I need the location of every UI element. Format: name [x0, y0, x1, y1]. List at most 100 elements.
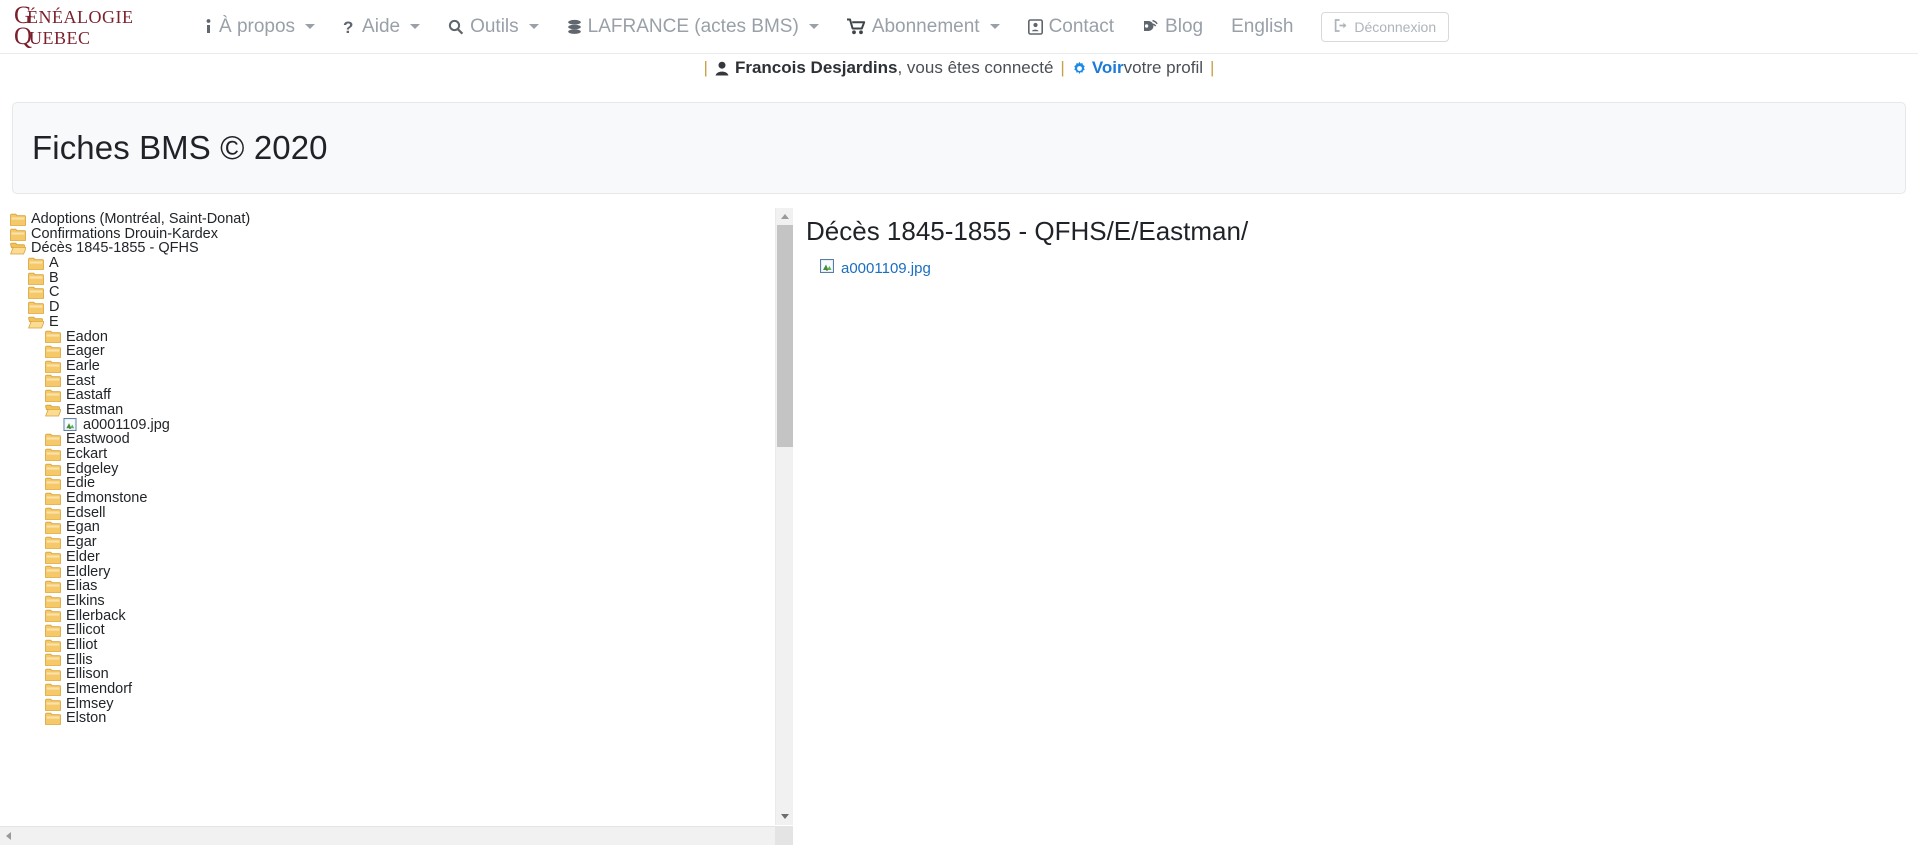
tree-folder-node[interactable]: E: [10, 315, 775, 330]
tree-node-label: Ellicot: [66, 622, 105, 639]
tree-folder-node[interactable]: Edsell: [10, 506, 775, 521]
tree-folder-node[interactable]: Ellis: [10, 651, 775, 668]
nav-item-label: À propos: [219, 15, 296, 37]
nav-item-label: LAFRANCE (actes BMS): [587, 15, 799, 37]
tree-node-label: Elmendorf: [66, 681, 133, 697]
logout-button[interactable]: Déconnexion: [1321, 11, 1450, 42]
profile-suffix: votre profil: [1123, 58, 1204, 77]
tree-folder-node[interactable]: B: [10, 271, 775, 286]
nav-item-aide[interactable]: ? Aide: [329, 10, 434, 44]
chevron-down-icon: [410, 24, 421, 29]
tree-folder-node[interactable]: Eckart: [10, 447, 775, 462]
tree-folder-node[interactable]: Eager: [10, 344, 775, 359]
tree-folder-node[interactable]: C: [10, 285, 775, 300]
horizontal-scrollbar-thumb[interactable]: [17, 827, 776, 845]
tree-file-node[interactable]: a0001109.jpg: [10, 417, 775, 433]
caret-left-icon: [6, 832, 11, 840]
nav-item-label: Abonnement: [871, 15, 980, 37]
tree-node-label: C: [49, 284, 60, 301]
gear-icon[interactable]: [1072, 61, 1087, 76]
tree-folder-node[interactable]: Earle: [10, 359, 775, 374]
question-icon: ?: [343, 18, 356, 36]
tree-node-label: Ellis: [66, 651, 93, 668]
file-tree-pane: Adoptions (Montréal, Saint-Donat) Confirm…: [0, 208, 793, 845]
username-label: Francois Desjardins: [734, 58, 898, 77]
tree-folder-node[interactable]: Décès 1845-1855 - QFHS: [10, 241, 775, 256]
folder-closed-icon: [45, 331, 61, 344]
main-navbar: G ÉNÉALOGIE Q UEBEC À propos ? Aide Outi…: [0, 0, 1918, 54]
folder-closed-icon: [45, 536, 61, 549]
sign-out-icon: [1334, 18, 1348, 35]
nav-item-outils[interactable]: Outils: [434, 10, 553, 44]
tree-folder-node[interactable]: Elkins: [10, 594, 775, 609]
folder-closed-icon: [45, 433, 61, 447]
tree-folder-node[interactable]: A: [10, 256, 775, 271]
main-content: Adoptions (Montréal, Saint-Donat) Confirm…: [0, 208, 1918, 848]
folder-open-icon: [10, 243, 26, 255]
tree-folder-node[interactable]: D: [10, 300, 775, 315]
site-logo[interactable]: G ÉNÉALOGIE Q UEBEC: [14, 3, 166, 51]
tree-folder-node[interactable]: Elias: [10, 579, 775, 594]
chevron-down-icon: [989, 24, 1000, 29]
file-link[interactable]: a0001109.jpg: [834, 260, 931, 277]
tree-folder-node[interactable]: Elston: [10, 711, 775, 726]
scrollbar-corner: [775, 826, 793, 845]
tree-folder-node[interactable]: Elmsey: [10, 696, 775, 712]
svg-text:UEBEC: UEBEC: [29, 28, 91, 48]
svg-text:?: ?: [343, 18, 353, 36]
nav-item-contact[interactable]: Contact: [1014, 10, 1128, 44]
tree-folder-node[interactable]: Edmonstone: [10, 491, 775, 506]
vertical-scrollbar-thumb[interactable]: [777, 225, 793, 447]
folder-closed-icon: [45, 492, 61, 505]
tree-folder-node[interactable]: Egan: [10, 520, 775, 535]
tree-folder-node[interactable]: Confirmations Drouin-Kardex: [10, 226, 775, 242]
tree-node-label: Egan: [66, 519, 100, 536]
tree-vertical-scrollbar[interactable]: [775, 208, 793, 825]
rss-icon: [1142, 19, 1159, 35]
tree-folder-node[interactable]: Elliot: [10, 638, 775, 653]
page-title-card: Fiches BMS © 2020: [12, 102, 1906, 194]
tree-node-label: D: [49, 299, 60, 316]
tree-folder-node[interactable]: Edgeley: [10, 461, 775, 477]
profile-link[interactable]: Voir: [1092, 58, 1124, 78]
scroll-left-button[interactable]: [0, 827, 17, 845]
chevron-down-icon: [808, 24, 819, 29]
image-file-icon: [820, 259, 834, 277]
tree-folder-node[interactable]: Edie: [10, 476, 775, 491]
tree-folder-node[interactable]: Elder: [10, 550, 775, 565]
tree-node-label: Eadon: [66, 328, 108, 345]
folder-open-icon: [45, 404, 61, 417]
tree-node-label: Eastwood: [66, 431, 130, 448]
tree-folder-node[interactable]: Elmendorf: [10, 682, 775, 697]
nav-item-english[interactable]: English: [1217, 10, 1307, 44]
tree-horizontal-scrollbar[interactable]: [0, 826, 793, 845]
tree-folder-node[interactable]: East: [10, 373, 775, 389]
tree-folder-node[interactable]: Adoptions (Montréal, Saint-Donat): [10, 212, 775, 227]
tree-node-label: Edmonstone: [66, 490, 148, 507]
tree-folder-node[interactable]: Eastwood: [10, 432, 775, 447]
caret-down-icon: [780, 814, 789, 819]
nav-item-abonnement[interactable]: Abonnement: [833, 10, 1014, 44]
svg-text:ÉNÉALOGIE: ÉNÉALOGIE: [27, 6, 133, 27]
tree-folder-node[interactable]: Eastman: [10, 403, 775, 418]
tree-node-label: Eastman: [66, 401, 124, 418]
folder-closed-icon: [45, 610, 61, 623]
tree-folder-node[interactable]: Ellicot: [10, 623, 775, 638]
tree-folder-node[interactable]: Eldlery: [10, 563, 775, 580]
nav-item-blog[interactable]: Blog: [1128, 10, 1217, 44]
tree-node-label: Adoptions (Montréal, Saint-Donat): [31, 211, 251, 227]
scroll-down-button[interactable]: [776, 808, 793, 825]
caret-up-icon: [780, 214, 789, 219]
tree-folder-node[interactable]: Ellison: [10, 667, 775, 682]
tree-folder-node[interactable]: Ellerback: [10, 608, 775, 624]
tree-folder-node[interactable]: Eadon: [10, 328, 775, 345]
nav-item-a-propos[interactable]: À propos: [190, 10, 329, 44]
tree-node-label: Eldlery: [66, 563, 111, 580]
folder-closed-icon: [45, 389, 61, 403]
folder-closed-icon: [28, 301, 44, 314]
nav-item-label: English: [1231, 15, 1294, 37]
tree-folder-node[interactable]: Egar: [10, 535, 775, 550]
scroll-up-button[interactable]: [776, 208, 793, 225]
nav-item-lafrance[interactable]: LAFRANCE (actes BMS): [553, 10, 833, 44]
tree-folder-node[interactable]: Eastaff: [10, 388, 775, 403]
